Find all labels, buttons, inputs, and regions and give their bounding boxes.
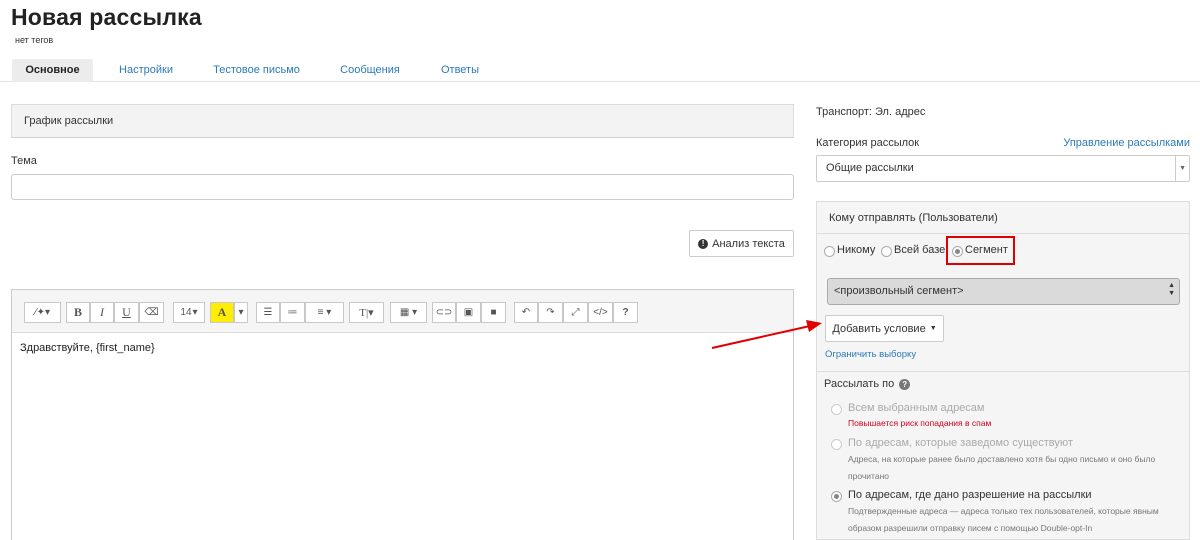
category-select[interactable]: Общие рассылки ▼	[816, 155, 1190, 182]
chevron-down-icon: ▾	[238, 307, 244, 318]
fullscreen-icon: ⤢	[571, 307, 580, 318]
undo-button[interactable]: ↶	[514, 302, 538, 323]
subject-label: Тема	[11, 155, 37, 167]
video-button[interactable]: ■	[481, 302, 506, 323]
code-view-button[interactable]: </>	[588, 302, 613, 323]
radio-permitted-addresses-label[interactable]: По адресам, где дано разрешение на рассы…	[848, 489, 1092, 501]
numbered-list-icon: ≔	[287, 307, 298, 318]
chevron-down-icon: ▼	[929, 325, 937, 332]
align-dropdown[interactable]: ≡ ▾	[305, 302, 344, 323]
font-size-dropdown[interactable]: 14 ▾	[173, 302, 205, 323]
radio-segment-label[interactable]: Сегмент	[965, 244, 1008, 256]
help-button[interactable]: ?	[613, 302, 638, 323]
limit-selection-link[interactable]: Ограничить выборку	[825, 349, 916, 360]
eraser-button[interactable]: ⌫	[139, 302, 164, 323]
segment-selected-value: <произвольный сегмент>	[834, 285, 964, 297]
redo-button[interactable]: ↷	[538, 302, 563, 323]
transport-label: Транспорт: Эл. адрес	[816, 106, 926, 118]
highlight-color-dropdown[interactable]: ▾	[234, 302, 248, 323]
bold-button[interactable]: B	[66, 302, 90, 323]
analyze-text-label: Анализ текста	[712, 237, 785, 250]
radio-nobody-label[interactable]: Никому	[837, 244, 875, 256]
manage-mailings-link[interactable]: Управление рассылками	[1063, 137, 1190, 149]
send-by-row: Рассылать по ?	[824, 378, 911, 390]
annotation-arrow	[711, 320, 822, 349]
tab-replies[interactable]: Ответы	[432, 59, 488, 82]
redo-icon: ↷	[546, 307, 555, 318]
schedule-panel-header[interactable]: График рассылки	[11, 104, 794, 138]
fullscreen-button[interactable]: ⤢	[563, 302, 588, 323]
tab-messages[interactable]: Сообщения	[331, 59, 409, 82]
tab-test-letter[interactable]: Тестовое письмо	[205, 59, 308, 82]
highlight-color-button[interactable]: A	[210, 302, 234, 323]
question-circle-icon[interactable]: ?	[899, 378, 911, 390]
bullet-list-icon: ☰	[263, 307, 273, 318]
add-condition-label: Добавить условие	[832, 322, 926, 335]
image-button[interactable]: ▣	[456, 302, 481, 323]
bullet-list-button[interactable]: ☰	[256, 302, 280, 323]
eraser-icon: ⌫	[144, 307, 159, 318]
editor-toolbar: ⁄✦▾ B I U ⌫ 14▾ A ▾ ☰ ≔ ≡ ▾ T|▾ ▦ ▾ ⊂⊃	[12, 290, 793, 333]
segment-select[interactable]: <произвольный сегмент> ▲ ▼	[827, 278, 1180, 305]
send-by-label: Рассылать по	[824, 378, 895, 390]
underline-button[interactable]: U	[114, 302, 139, 323]
analyze-text-button[interactable]: ! Анализ текста	[689, 230, 794, 257]
video-icon: ■	[490, 307, 497, 318]
font-size-value: 14	[180, 307, 192, 318]
page-subtitle: нет тегов	[15, 35, 54, 45]
undo-icon: ↶	[521, 307, 531, 318]
editor-content[interactable]: Здравствуйте, {first_name}	[20, 342, 155, 354]
image-icon: ▣	[463, 307, 474, 318]
page-title: Новая рассылка	[11, 4, 202, 30]
tab-bar: Основное Настройки Тестовое письмо Сообщ…	[0, 59, 1200, 82]
rich-text-editor: ⁄✦▾ B I U ⌫ 14▾ A ▾ ☰ ≔ ≡ ▾ T|▾ ▦ ▾ ⊂⊃	[11, 289, 794, 540]
chevron-down-icon: ▾	[192, 307, 198, 318]
link-button[interactable]: ⊂⊃	[432, 302, 456, 323]
permitted-addresses-hint: Подтвержденные адреса — адреса только те…	[848, 506, 1159, 533]
tab-basic[interactable]: Основное	[12, 59, 93, 82]
radio-existing-addresses-label[interactable]: По адресам, которые заведомо существуют	[848, 437, 1073, 449]
code-icon: </>	[593, 307, 608, 318]
italic-button[interactable]: I	[90, 302, 114, 323]
category-selected-value: Общие рассылки	[826, 162, 914, 174]
add-condition-button[interactable]: Добавить условие ▼	[825, 315, 944, 342]
recipients-panel-header: Кому отправлять (Пользователи)	[817, 202, 1189, 234]
chevron-down-icon: ▼	[1179, 165, 1186, 172]
text-style-dropdown[interactable]: T|▾	[349, 302, 384, 323]
text-style-icon: T|▾	[359, 307, 374, 319]
align-icon: ≡ ▾	[317, 307, 332, 318]
spam-risk-warning: Повышается риск попадания в спам	[848, 418, 992, 428]
radio-all-base[interactable]	[881, 246, 892, 257]
exclamation-circle-icon: !	[698, 238, 709, 249]
divider	[816, 371, 1190, 372]
radio-nobody[interactable]	[824, 246, 835, 257]
table-icon: ▦ ▾	[399, 307, 418, 318]
category-label: Категория рассылок	[816, 137, 920, 149]
radio-all-addresses-label[interactable]: Всем выбранным адресам	[848, 402, 985, 414]
select-divider	[1175, 156, 1176, 181]
magic-wand-button[interactable]: ⁄✦▾	[24, 302, 61, 323]
select-arrows-icon: ▲ ▼	[1168, 282, 1175, 297]
numbered-list-button[interactable]: ≔	[280, 302, 305, 323]
radio-existing-addresses[interactable]	[831, 439, 842, 450]
existing-addresses-hint: Адреса, на которые ранее было доставлено…	[848, 454, 1156, 481]
link-icon: ⊂⊃	[435, 307, 453, 318]
magic-wand-icon: ⁄✦▾	[34, 307, 51, 318]
tab-settings[interactable]: Настройки	[110, 59, 182, 82]
radio-all-addresses[interactable]	[831, 404, 842, 415]
radio-segment[interactable]	[952, 246, 963, 257]
subject-input[interactable]	[11, 174, 794, 200]
radio-all-base-label[interactable]: Всей базе	[894, 244, 945, 256]
radio-permitted-addresses[interactable]	[831, 491, 842, 502]
table-dropdown[interactable]: ▦ ▾	[390, 302, 427, 323]
